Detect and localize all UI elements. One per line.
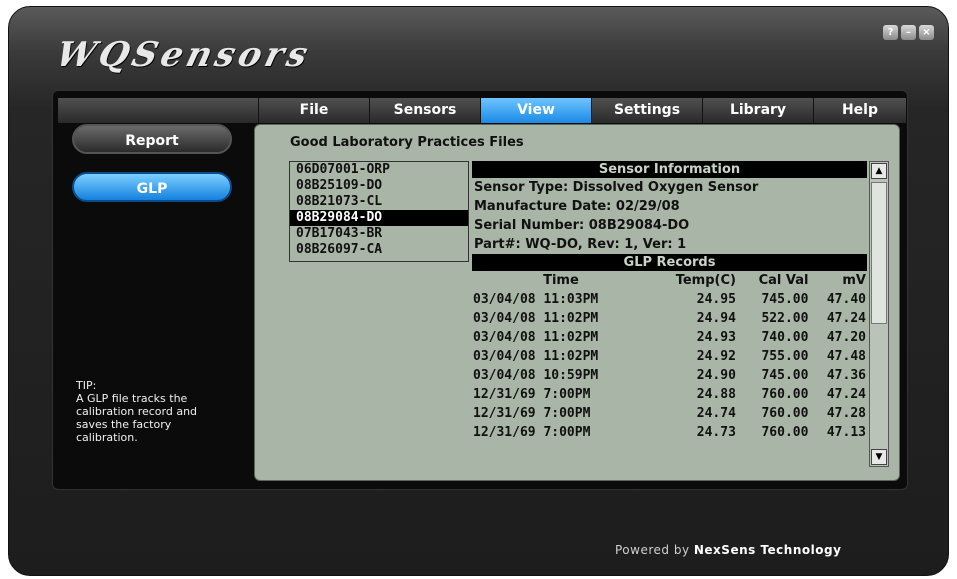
- cell-mv: 47.36: [826, 368, 866, 383]
- table-row: 12/31/69 7:00PM 24.73 760.00 47.13: [472, 423, 867, 442]
- cell-temp: 24.73: [696, 425, 736, 440]
- tip-title: TIP:: [76, 379, 97, 392]
- records-scrollbar[interactable]: ▲ ▼: [869, 161, 889, 467]
- cell-time: 12/31/69 7:00PM: [473, 425, 591, 440]
- minimize-icon[interactable]: –: [901, 25, 916, 40]
- cell-cal: 760.00: [761, 406, 809, 421]
- cell-cal: 760.00: [761, 387, 809, 402]
- col-mv: mV: [842, 273, 866, 288]
- cell-temp: 24.94: [696, 311, 736, 326]
- serial-number: Serial Number: 08B29084-DO: [474, 218, 690, 233]
- close-icon[interactable]: ×: [919, 25, 934, 40]
- cell-cal: 745.00: [761, 292, 809, 307]
- col-cal-val: Cal Val: [758, 273, 809, 288]
- glp-records-table: Time Temp(C) Cal Val mV 03/04/08 11:03PM…: [472, 271, 867, 442]
- file-item[interactable]: 07B17043-BR: [290, 226, 468, 242]
- table-row: 12/31/69 7:00PM 24.88 760.00 47.24: [472, 385, 867, 404]
- cell-temp: 24.88: [696, 387, 736, 402]
- cell-mv: 47.20: [826, 330, 866, 345]
- cell-mv: 47.48: [826, 349, 866, 364]
- col-temp: Temp(C): [675, 273, 736, 288]
- cell-time: 03/04/08 10:59PM: [473, 368, 599, 383]
- scroll-down-icon[interactable]: ▼: [871, 449, 887, 465]
- table-row: 03/04/08 11:02PM 24.92 755.00 47.48: [472, 347, 867, 366]
- cell-mv: 47.13: [826, 425, 866, 440]
- cell-temp: 24.74: [696, 406, 736, 421]
- cell-time: 12/31/69 7:00PM: [473, 387, 591, 402]
- sensor-type: Sensor Type: Dissolved Oxygen Sensor: [474, 180, 759, 195]
- glp-title: Good Laboratory Practices Files: [290, 135, 524, 150]
- cell-cal: 740.00: [761, 330, 809, 345]
- cell-mv: 47.28: [826, 406, 866, 421]
- cell-temp: 24.90: [696, 368, 736, 383]
- cell-mv: 47.40: [826, 292, 866, 307]
- scroll-thumb[interactable]: [871, 182, 887, 324]
- cell-time: 03/04/08 11:02PM: [473, 311, 599, 326]
- report-button[interactable]: Report: [72, 124, 232, 154]
- menu-file[interactable]: File: [258, 98, 369, 123]
- table-row: 03/04/08 11:02PM 24.94 522.00 47.24: [472, 309, 867, 328]
- table-row: 12/31/69 7:00PM 24.74 760.00 47.28: [472, 404, 867, 423]
- tip-box: TIP: A GLP file tracks the calibration r…: [76, 379, 226, 444]
- footer-brand: NexSens Technology: [693, 543, 842, 557]
- cell-temp: 24.95: [696, 292, 736, 307]
- table-row: 03/04/08 10:59PM 24.90 745.00 47.36: [472, 366, 867, 385]
- menu-settings[interactable]: Settings: [591, 98, 702, 123]
- cell-temp: 24.93: [696, 330, 736, 345]
- footer-prefix: Powered by: [615, 543, 694, 557]
- cell-mv: 47.24: [826, 387, 866, 402]
- manufacture-date: Manufacture Date: 02/29/08: [474, 199, 680, 214]
- cell-cal: 745.00: [761, 368, 809, 383]
- cell-mv: 47.24: [826, 311, 866, 326]
- sensor-info-heading: Sensor Information: [472, 161, 867, 178]
- file-item[interactable]: 08B25109-DO: [290, 178, 468, 194]
- table-row: 03/04/08 11:03PM 24.95 745.00 47.40: [472, 290, 867, 309]
- footer-credit: Powered by NexSens Technology: [615, 543, 841, 557]
- scroll-up-icon[interactable]: ▲: [871, 163, 887, 179]
- cell-time: 03/04/08 11:02PM: [473, 330, 599, 345]
- sensor-info-pane: Sensor Information Sensor Type: Dissolve…: [472, 161, 867, 467]
- file-item-selected[interactable]: 08B29084-DO: [290, 210, 468, 226]
- menu-sensors[interactable]: Sensors: [369, 98, 480, 123]
- menu-help[interactable]: Help: [813, 98, 906, 123]
- tip-text: A GLP file tracks the calibration record…: [76, 392, 198, 444]
- menu-bar: File Sensors View Settings Library Help: [58, 98, 906, 123]
- glp-file-list: 06D07001-ORP 08B25109-DO 08B21073-CL 08B…: [289, 161, 469, 262]
- table-row: 03/04/08 11:02PM 24.93 740.00 47.20: [472, 328, 867, 347]
- cell-time: 03/04/08 11:03PM: [473, 292, 599, 307]
- cell-temp: 24.92: [696, 349, 736, 364]
- help-icon[interactable]: ?: [883, 25, 898, 40]
- menu-view[interactable]: View: [480, 98, 591, 123]
- cell-cal: 755.00: [761, 349, 809, 364]
- menu-library[interactable]: Library: [702, 98, 813, 123]
- file-item[interactable]: 08B26097-CA: [290, 242, 468, 258]
- wqsensors-logo: WQSensors: [52, 35, 316, 75]
- col-time: Time: [543, 273, 579, 288]
- cell-cal: 522.00: [761, 311, 809, 326]
- cell-cal: 760.00: [761, 425, 809, 440]
- glp-records-heading: GLP Records: [472, 254, 867, 271]
- part-number: Part#: WQ-DO, Rev: 1, Ver: 1: [474, 237, 687, 252]
- glp-button[interactable]: GLP: [72, 172, 232, 202]
- file-item[interactable]: 08B21073-CL: [290, 194, 468, 210]
- file-item[interactable]: 06D07001-ORP: [290, 162, 468, 178]
- cell-time: 12/31/69 7:00PM: [473, 406, 591, 421]
- cell-time: 03/04/08 11:02PM: [473, 349, 599, 364]
- window-controls: ? – ×: [883, 25, 934, 40]
